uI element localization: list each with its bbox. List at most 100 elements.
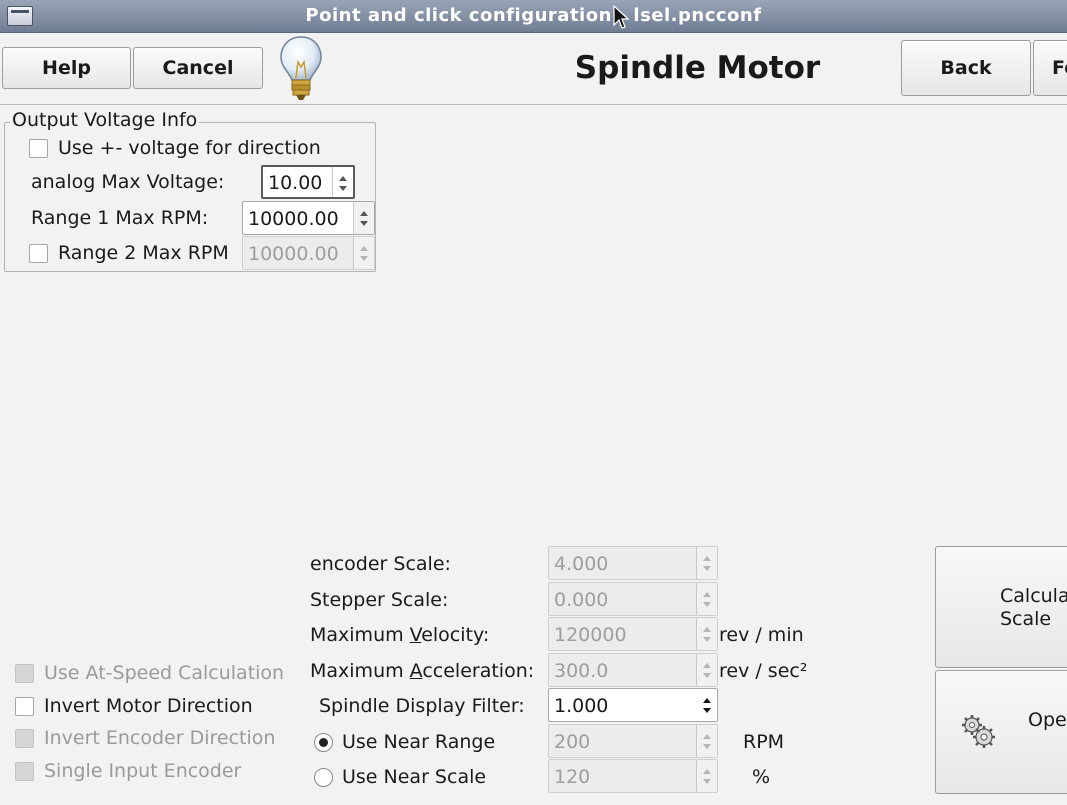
max-acceleration-label-pre: Maximum [310,660,410,682]
help-button-label: Help [42,57,91,79]
window-title: Point and click configuration - lsel.pnc… [305,5,762,26]
range1-max-rpm-stepper[interactable] [353,202,374,234]
cancel-button-label: Cancel [162,57,234,79]
near-scale-spinbox[interactable]: 120 [548,759,718,793]
header-divider [0,104,1067,105]
use-pm-voltage-label: Use +- voltage for direction [58,137,321,159]
at-speed-label: Use At-Speed Calculation [44,662,285,684]
spin-down-icon[interactable] [703,779,711,784]
near-range-value: 200 [554,731,591,753]
stepper-scale-spinbox[interactable]: 0.000 [548,582,718,616]
calculate-scale-button[interactable]: Calcula Scale [935,546,1067,668]
use-near-scale-radio[interactable] [314,768,333,787]
near-scale-unit: % [752,766,771,788]
spin-up-icon[interactable] [703,663,711,668]
window-titlebar[interactable]: Point and click configuration - lsel.pnc… [0,0,1067,33]
display-filter-spinbox[interactable]: 1.000 [548,688,718,722]
encoder-scale-stepper[interactable] [696,547,717,579]
max-velocity-stepper[interactable] [696,618,717,650]
max-velocity-mnemonic: V [409,624,422,646]
max-velocity-value: 120000 [554,624,627,646]
analog-max-voltage-label: analog Max Voltage: [31,171,225,193]
max-velocity-label-pre: Maximum [310,624,410,646]
display-filter-stepper[interactable] [697,689,717,721]
max-acceleration-mnemonic: A [409,660,423,682]
analog-max-voltage-stepper[interactable] [332,167,353,197]
max-acceleration-spinbox[interactable]: 300.0 [548,653,718,687]
range1-max-rpm-spinbox[interactable]: 10000.00 [242,201,375,235]
single-input-checkbox[interactable] [15,762,34,781]
max-velocity-spinbox[interactable]: 120000 [548,617,718,651]
range2-checkbox[interactable] [29,244,48,263]
stepper-scale-value: 0.000 [554,589,609,611]
spin-up-icon[interactable] [703,698,711,703]
max-acceleration-value: 300.0 [554,660,609,682]
spin-up-icon[interactable] [703,769,711,774]
gears-icon [962,715,995,748]
encoder-scale-spinbox[interactable]: 4.000 [548,546,718,580]
spin-up-icon[interactable] [703,627,711,632]
max-velocity-label: Maximum Velocity: [310,624,489,646]
range1-max-rpm-label: Range 1 Max RPM: [31,207,209,229]
display-filter-label: Spindle Display Filter: [319,695,525,717]
spin-up-icon[interactable] [339,176,347,181]
lightbulb-icon [280,36,322,100]
max-acceleration-label: Maximum Acceleration: [310,660,534,682]
invert-encoder-label: Invert Encoder Direction [44,727,276,749]
spin-up-icon[interactable] [703,556,711,561]
at-speed-checkbox[interactable] [15,664,34,683]
max-acceleration-stepper[interactable] [696,654,717,686]
analog-max-voltage-value: 10.00 [268,172,323,194]
forward-button[interactable]: Fo [1033,40,1067,96]
spin-up-icon[interactable] [360,211,368,216]
max-velocity-unit: rev / min [719,624,804,646]
invert-motor-checkbox[interactable] [15,697,34,716]
use-near-scale-label: Use Near Scale [342,766,487,788]
stepper-scale-stepper[interactable] [696,583,717,615]
range2-max-rpm-stepper[interactable] [353,237,374,269]
max-velocity-label-post: elocity: [421,624,490,646]
open-button[interactable]: Ope [935,670,1067,794]
max-acceleration-unit: rev / sec² [719,660,808,682]
range2-max-rpm-label: Range 2 Max RPM [58,242,229,264]
spin-down-icon[interactable] [703,566,711,571]
single-input-label: Single Input Encoder [44,760,242,782]
spin-down-icon[interactable] [360,221,368,226]
invert-encoder-checkbox[interactable] [15,729,34,748]
use-near-range-radio[interactable] [314,733,333,752]
range2-max-rpm-spinbox[interactable]: 10000.00 [242,236,375,270]
spin-down-icon[interactable] [703,602,711,607]
max-acceleration-label-post: cceleration: [422,660,535,682]
spin-down-icon[interactable] [339,186,347,191]
spin-up-icon[interactable] [703,734,711,739]
forward-button-label: Fo [1052,57,1067,79]
near-scale-stepper[interactable] [696,760,717,792]
spin-down-icon[interactable] [703,673,711,678]
use-near-range-label: Use Near Range [342,731,496,753]
cancel-button[interactable]: Cancel [133,47,263,89]
display-filter-value: 1.000 [554,695,609,717]
spin-up-icon[interactable] [703,592,711,597]
spin-down-icon[interactable] [703,637,711,642]
near-range-spinbox[interactable]: 200 [548,724,718,758]
back-button-label: Back [940,57,992,79]
range1-max-rpm-value: 10000.00 [248,208,339,230]
calculate-scale-label-line2: Scale [1000,608,1052,630]
stepper-scale-label: Stepper Scale: [310,589,449,611]
spin-down-icon[interactable] [703,708,711,713]
spin-up-icon[interactable] [360,246,368,251]
analog-max-voltage-spinbox[interactable]: 10.00 [261,165,355,199]
near-range-stepper[interactable] [696,725,717,757]
back-button[interactable]: Back [901,40,1031,96]
encoder-scale-value: 4.000 [554,553,609,575]
spin-down-icon[interactable] [360,256,368,261]
page-title: Spindle Motor [574,50,821,86]
spin-down-icon[interactable] [703,744,711,749]
invert-motor-label: Invert Motor Direction [44,695,253,717]
help-button[interactable]: Help [2,47,131,89]
range2-max-rpm-value: 10000.00 [248,243,339,265]
calculate-scale-label-line1: Calcula [1000,585,1067,607]
use-pm-voltage-checkbox[interactable] [29,139,48,158]
near-scale-value: 120 [554,766,591,788]
output-voltage-legend: Output Voltage Info [10,109,200,131]
